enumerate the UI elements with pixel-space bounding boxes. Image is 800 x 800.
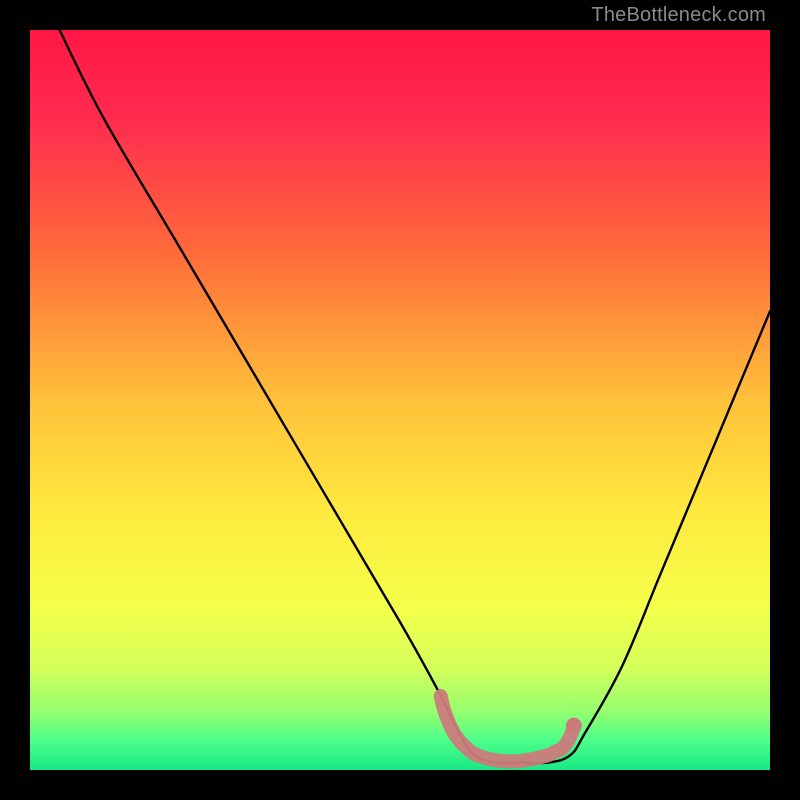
optimal-end-dot: [566, 718, 582, 734]
optimal-highlight: [441, 696, 574, 761]
curve-layer: [30, 30, 770, 770]
watermark-text: TheBottleneck.com: [591, 4, 766, 27]
plot-area: [30, 30, 770, 770]
bottleneck-curve: [60, 30, 770, 763]
chart-frame: TheBottleneck.com: [0, 0, 800, 800]
